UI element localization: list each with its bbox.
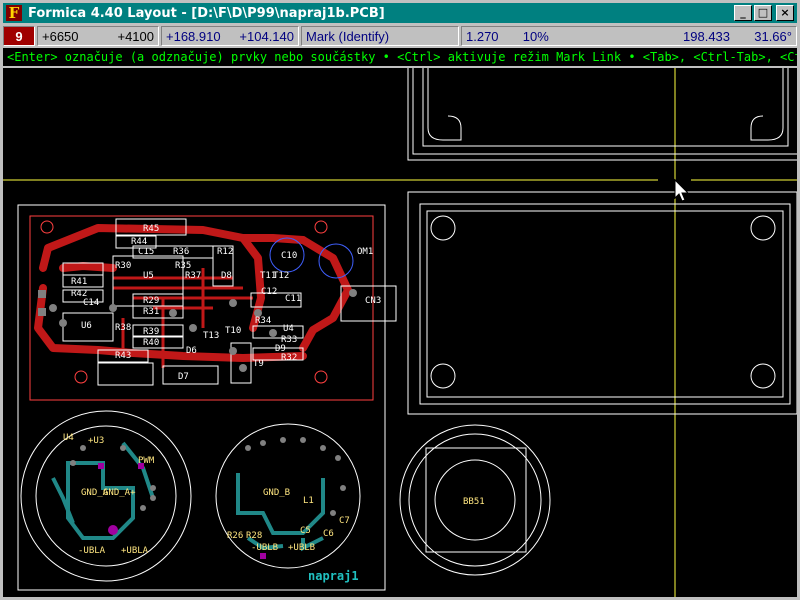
round-label-c6: C6 [323, 529, 334, 539]
coord-x-value: +168.910 [166, 28, 221, 44]
round-label-l1: L1 [303, 496, 314, 506]
label-r40: R40 [143, 338, 159, 348]
mode-cell: Mark (Identify) [301, 26, 459, 46]
measure-cell: 1.270 10% 198.433 31.66° [461, 26, 797, 46]
label-r38: R38 [115, 323, 131, 333]
application-window: F Formica 4.40 Layout - [D:\F\D\P99\napr… [0, 0, 800, 600]
window-controls: _ □ × [734, 5, 794, 21]
mode-value: Mark (Identify) [306, 28, 390, 44]
label-d8: D8 [221, 271, 232, 281]
label-r35: R35 [175, 261, 191, 271]
round-label-u4: U4 [63, 433, 74, 443]
label-t12: T12 [273, 271, 289, 281]
round-label-gndb: GND_B [263, 488, 290, 498]
round-board-b: GND_B L1 -UBLB +UBLB R26 R28 C5 C6 C7 [215, 423, 361, 569]
label-r37: R37 [185, 271, 201, 281]
round-board-a: U4 +U3 PWM GND_A GND_A+ -UBLA +UBLA [20, 410, 192, 582]
label-d6: D6 [186, 346, 197, 356]
label-r12: R12 [217, 247, 233, 257]
label-c14: C14 [83, 298, 99, 308]
buzzer-bb51: BB51 [399, 424, 551, 576]
mouse-cursor-icon [674, 178, 690, 202]
maximize-button[interactable]: □ [754, 5, 772, 21]
label-u6: U6 [81, 321, 92, 331]
round-label-c7: C7 [339, 516, 350, 526]
active-layer-badge[interactable]: 9 [3, 26, 35, 46]
label-c10: C10 [281, 251, 297, 261]
coordinate-cell: +168.910 +104.140 [161, 26, 299, 46]
label-r36: R36 [173, 247, 189, 257]
label-t10: T10 [225, 326, 241, 336]
round-label-ubla-minus: -UBLA [78, 546, 106, 556]
window-title: Formica 4.40 Layout - [D:\F\D\P99\napraj… [28, 5, 385, 21]
label-r43: R43 [115, 351, 131, 361]
zoom-value: 10% [522, 28, 549, 44]
pcb-drawing[interactable]: R45 R44 C15 R36 R12 U5 R37 D8 C10 R41 R4… [3, 68, 797, 597]
round-label-r28: R28 [246, 531, 262, 541]
label-u5: U5 [143, 271, 154, 281]
round-label-u3: +U3 [88, 436, 104, 446]
label-r30: R30 [115, 261, 131, 271]
round-label-gnda-plus: GND_A+ [103, 488, 136, 498]
enclosure-top [407, 68, 797, 161]
round-label-ublb-minus: -UBLB [251, 543, 278, 553]
label-c11: C11 [285, 294, 301, 304]
enclosure-right [407, 191, 797, 415]
grid-y-value: +4100 [117, 28, 154, 44]
hint-bar: <Enter> označuje (a odznačuje) prvky neb… [3, 48, 797, 66]
label-u4: U4 [283, 324, 294, 334]
label-c12: C12 [261, 287, 277, 297]
grid-position-cell: +6650 +4100 [37, 26, 159, 46]
round-label-pwm: PWM [138, 456, 155, 466]
label-t13: T13 [203, 331, 219, 341]
label-r32: R32 [281, 353, 297, 363]
label-bb51: BB51 [463, 497, 485, 507]
project-label: napraj1 [308, 569, 359, 583]
label-r45: R45 [143, 224, 159, 234]
label-om1: OM1 [357, 247, 373, 257]
angle-value: 31.66° [754, 28, 792, 44]
grid-x-value: +6650 [42, 28, 79, 44]
length-value: 198.433 [683, 28, 731, 44]
round-label-r26: R26 [227, 531, 243, 541]
grid-size-value: 1.270 [466, 28, 499, 44]
status-bar: 9 +6650 +4100 +168.910 +104.140 Mark (Id… [3, 26, 797, 46]
close-button[interactable]: × [776, 5, 794, 21]
coord-y-value: +104.140 [239, 28, 294, 44]
label-r34: R34 [255, 316, 271, 326]
label-r39: R39 [143, 327, 159, 337]
label-r44: R44 [131, 237, 147, 247]
label-r31: R31 [143, 307, 159, 317]
round-label-ubla-plus: +UBLA [121, 546, 149, 556]
label-r41: R41 [71, 277, 87, 287]
app-icon[interactable]: F [6, 5, 22, 21]
label-r29: R29 [143, 296, 159, 306]
round-label-c5: C5 [300, 526, 311, 536]
label-c15: C15 [138, 247, 154, 257]
pcb-canvas[interactable]: R45 R44 C15 R36 R12 U5 R37 D8 C10 R41 R4… [3, 68, 797, 597]
title-bar[interactable]: F Formica 4.40 Layout - [D:\F\D\P99\napr… [3, 3, 797, 23]
minimize-button[interactable]: _ [734, 5, 752, 21]
label-t9: T9 [253, 359, 264, 369]
round-label-ublb-plus: +UBLB [288, 543, 315, 553]
label-cn3: CN3 [365, 296, 381, 306]
label-d7: D7 [178, 372, 189, 382]
